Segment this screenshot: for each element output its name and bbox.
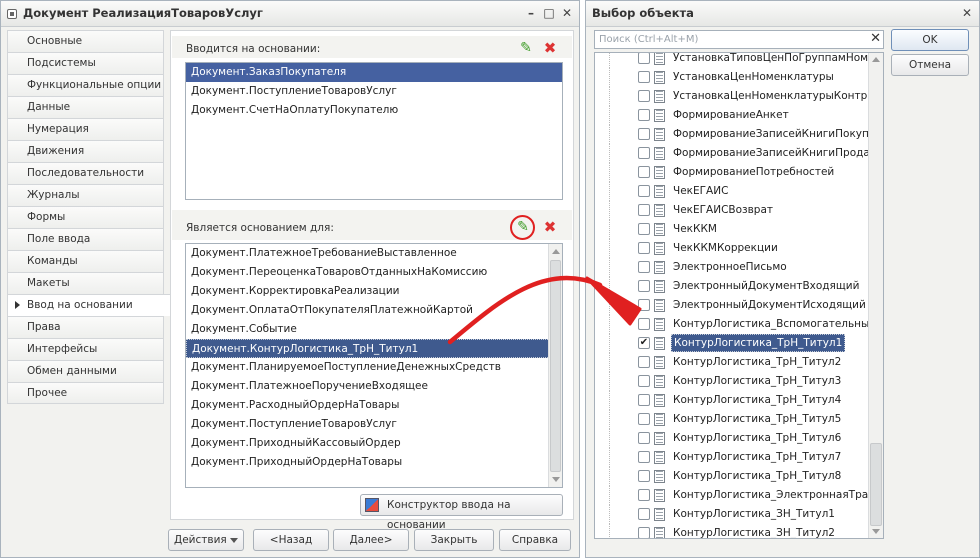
red-arrow-curve (447, 275, 603, 345)
red-arrow-head (585, 276, 642, 326)
red-arrow-annotation (447, 275, 642, 345)
